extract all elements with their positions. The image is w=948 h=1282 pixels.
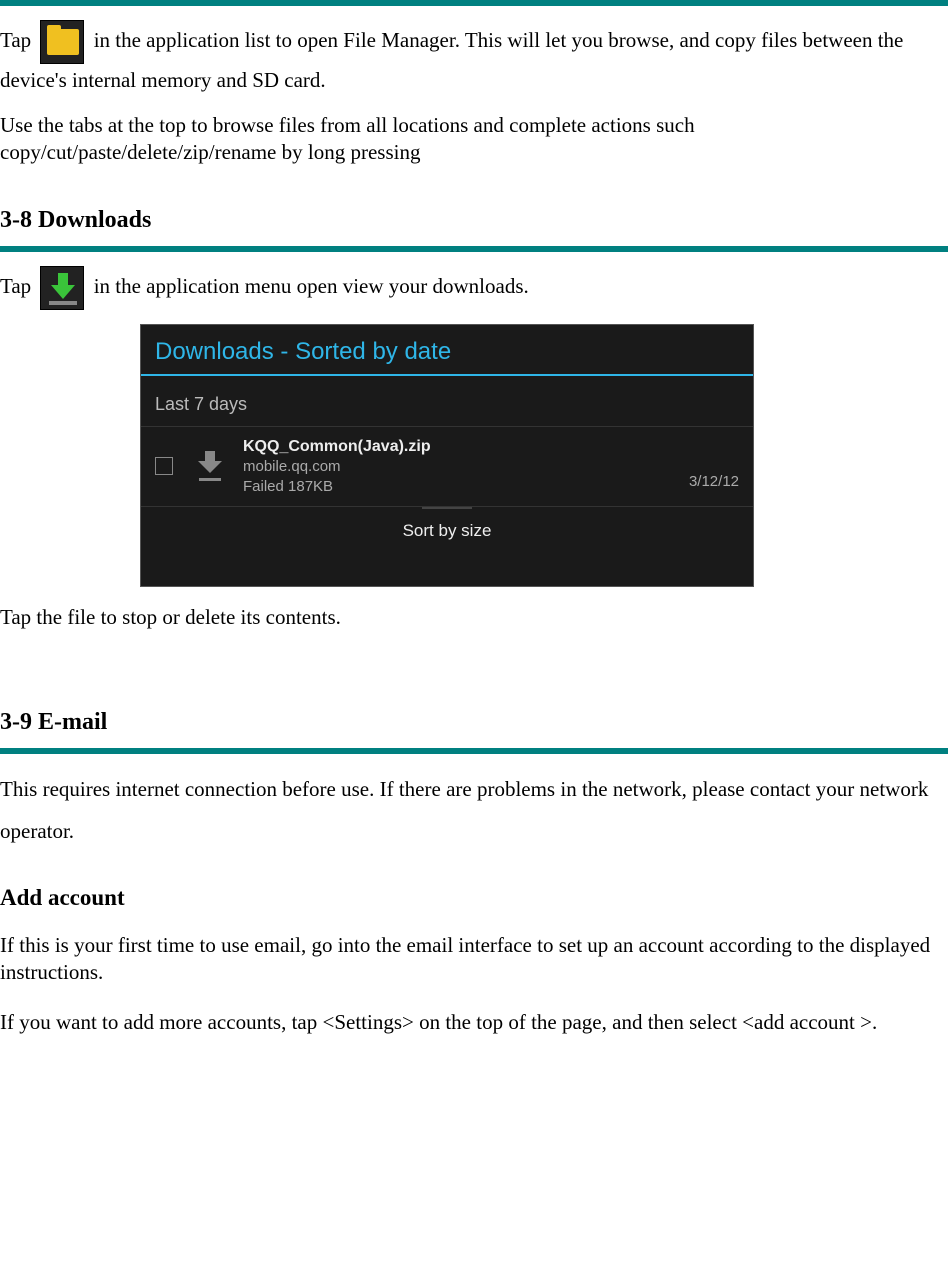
download-filename: KQQ_Common(Java).zip: [243, 437, 689, 458]
download-date: 3/12/12: [689, 471, 739, 496]
download-arrow-icon: [195, 451, 225, 481]
file-manager-intro: Tap in the application list to open File…: [0, 20, 948, 98]
section-divider: [0, 0, 948, 6]
text-tap: Tap: [0, 274, 36, 298]
add-account-heading: Add account: [0, 882, 948, 914]
text-tap-suffix: in the application list to open File Man…: [0, 28, 903, 92]
email-first-time: If this is your first time to use email,…: [0, 932, 948, 987]
screenshot-group-label: Last 7 days: [141, 388, 753, 426]
download-info: KQQ_Common(Java).zip mobile.qq.com Faile…: [243, 437, 689, 497]
checkbox-icon[interactable]: [155, 457, 173, 475]
downloads-icon: [40, 266, 84, 310]
email-heading: 3-9 E-mail: [0, 706, 948, 740]
text-tap-suffix: in the application menu open view your d…: [94, 274, 529, 298]
downloads-post-text: Tap the file to stop or delete its conte…: [0, 601, 948, 635]
section-divider: [0, 246, 948, 252]
text-tap: Tap: [0, 28, 36, 52]
downloads-intro: Tap in the application menu open view yo…: [0, 266, 948, 310]
download-source: mobile.qq.com: [243, 457, 689, 477]
section-divider: [0, 748, 948, 754]
downloads-screenshot: Downloads - Sorted by date Last 7 days K…: [140, 324, 754, 587]
email-intro: This requires internet connection before…: [0, 768, 948, 852]
file-manager-icon: [40, 20, 84, 64]
file-manager-tabs-text: Use the tabs at the top to browse files …: [0, 112, 948, 167]
screenshot-title: Downloads - Sorted by date: [141, 325, 753, 375]
email-more-accounts: If you want to add more accounts, tap <S…: [0, 1001, 948, 1043]
screenshot-download-row[interactable]: KQQ_Common(Java).zip mobile.qq.com Faile…: [141, 427, 753, 508]
download-status: Failed 187KB: [243, 477, 689, 497]
downloads-heading: 3-8 Downloads: [0, 204, 948, 238]
sort-by-size-button[interactable]: Sort by size: [141, 507, 753, 555]
screenshot-title-underline: [141, 374, 753, 376]
